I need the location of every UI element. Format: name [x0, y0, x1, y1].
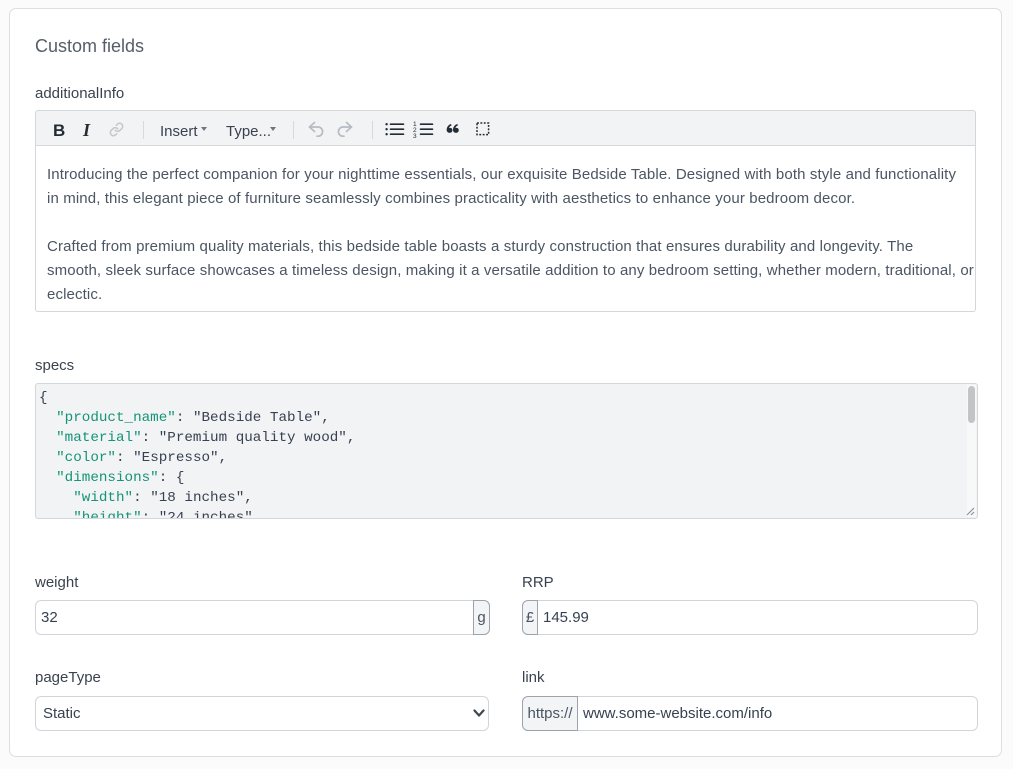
svg-text:3: 3: [413, 133, 417, 140]
